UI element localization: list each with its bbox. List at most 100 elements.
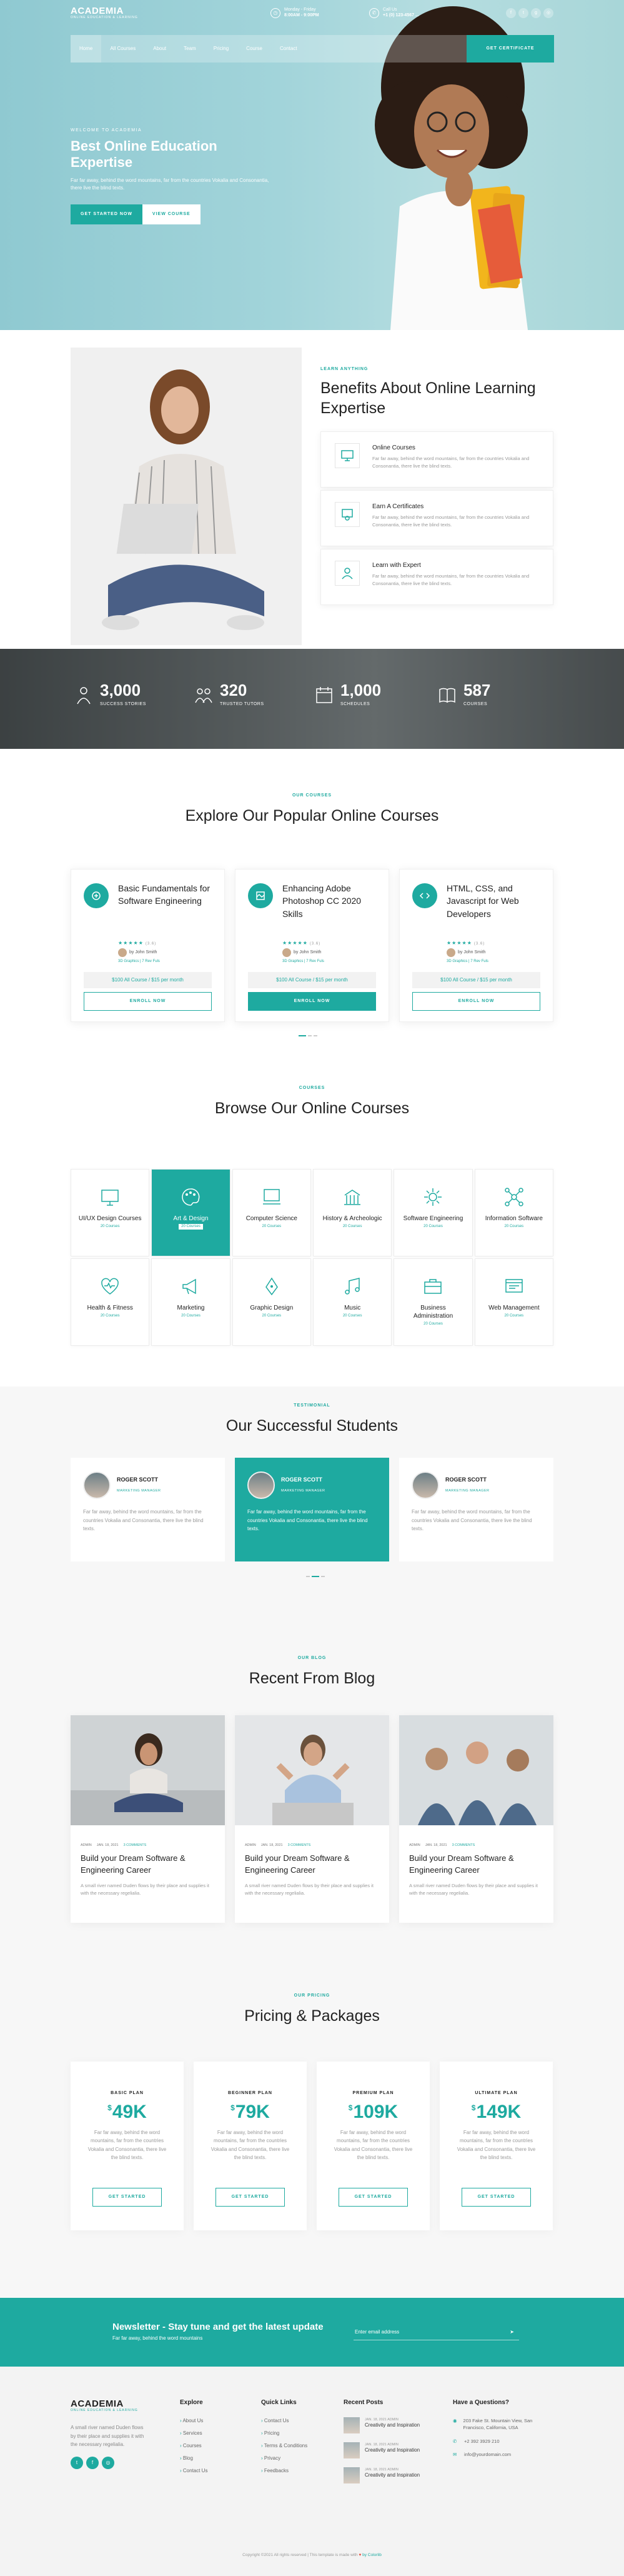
blog-post-card[interactable]: ADMIN JAN. 18, 2021 3 COMMENTS Build your … bbox=[399, 1715, 553, 1923]
category-card[interactable]: History & Archeologic 20 Courses bbox=[313, 1169, 392, 1256]
course-icon bbox=[248, 883, 273, 908]
benefit-title: Earn A Certificates bbox=[372, 503, 424, 510]
facebook-icon[interactable]: f bbox=[506, 8, 516, 18]
nav-team[interactable]: Team bbox=[175, 35, 205, 63]
category-card[interactable]: Software Engineering 20 Courses bbox=[394, 1169, 473, 1256]
post-title[interactable]: Build your Dream Software & Engineering … bbox=[71, 1848, 225, 1877]
pricing-card: PREMIUM PLAN $109K Far far away, behind … bbox=[317, 2062, 430, 2230]
get-started-button[interactable]: GET STARTED bbox=[462, 2188, 531, 2207]
nav-all-courses[interactable]: All Courses bbox=[101, 35, 144, 63]
certificate-icon bbox=[335, 501, 360, 527]
carousel-dots[interactable] bbox=[306, 1576, 325, 1577]
view-course-button[interactable]: VIEW COURSE bbox=[142, 204, 201, 225]
get-started-button[interactable]: GET STARTED bbox=[339, 2188, 408, 2207]
enroll-button[interactable]: ENROLL NOW bbox=[248, 992, 376, 1011]
post-author[interactable]: ADMIN bbox=[409, 1843, 420, 1848]
post-comments[interactable]: 3 COMMENTS bbox=[288, 1843, 311, 1848]
site-logo[interactable]: ACADEMIA ONLINE EDUCATION & LEARNING bbox=[71, 6, 138, 19]
enroll-button[interactable]: ENROLL NOW bbox=[84, 992, 212, 1011]
benefit-text: Far far away, behind the word mountains,… bbox=[372, 573, 530, 586]
contact-email[interactable]: ✉ info@yourdomain.com bbox=[453, 2451, 534, 2458]
recent-post-title: Creativity and Inspiration bbox=[365, 2422, 420, 2428]
get-started-button[interactable]: GET STARTED bbox=[215, 2188, 285, 2207]
course-card[interactable]: Basic Fundamentals for Software Engineer… bbox=[71, 869, 225, 1022]
nav-pricing[interactable]: Pricing bbox=[205, 35, 237, 63]
twitter-icon[interactable]: t bbox=[71, 2456, 83, 2469]
nav-about[interactable]: About bbox=[144, 35, 175, 63]
footer-link[interactable]: Blog bbox=[180, 2455, 207, 2462]
course-card[interactable]: HTML, CSS, and Javascript for Web Develo… bbox=[399, 869, 553, 1022]
twitter-icon[interactable]: t bbox=[518, 8, 528, 18]
expert-icon bbox=[335, 560, 360, 586]
category-card[interactable]: Art & Design 20 Courses bbox=[151, 1169, 230, 1256]
category-card[interactable]: Health & Fitness 20 Courses bbox=[71, 1258, 150, 1346]
instagram-icon[interactable]: ◎ bbox=[102, 2456, 114, 2469]
category-card[interactable]: Marketing 20 Courses bbox=[151, 1258, 230, 1346]
post-title[interactable]: Build your Dream Software & Engineering … bbox=[399, 1848, 553, 1877]
footer-link[interactable]: Pricing bbox=[261, 2430, 307, 2437]
footer-link[interactable]: Privacy bbox=[261, 2455, 307, 2462]
course-title[interactable]: HTML, CSS, and Javascript for Web Develo… bbox=[447, 882, 547, 920]
social-links: f t g ◎ bbox=[506, 8, 553, 18]
course-icon bbox=[84, 883, 109, 908]
course-author: by John Smith bbox=[447, 948, 485, 957]
category-name: Business Administration bbox=[413, 1305, 453, 1320]
instagram-icon[interactable]: ◎ bbox=[543, 8, 553, 18]
pricing-eyebrow: OUR PRICING bbox=[294, 1993, 330, 1998]
course-icon bbox=[412, 883, 437, 908]
send-icon[interactable]: ➤ bbox=[510, 2328, 514, 2336]
blog-post-card[interactable]: ADMIN JAN. 18, 2021 3 COMMENTS Build your … bbox=[71, 1715, 225, 1923]
course-title[interactable]: Enhancing Adobe Photoshop CC 2020 Skills bbox=[282, 882, 382, 920]
course-card[interactable]: Enhancing Adobe Photoshop CC 2020 Skills… bbox=[235, 869, 389, 1022]
recent-post-thumb bbox=[344, 2417, 360, 2433]
footer-link[interactable]: Contact Us bbox=[180, 2467, 208, 2475]
course-title[interactable]: Basic Fundamentals for Software Engineer… bbox=[118, 882, 218, 908]
category-card[interactable]: Graphic Design 20 Courses bbox=[232, 1258, 311, 1346]
get-certificate-button[interactable]: GET CERTIFICATE bbox=[467, 35, 554, 63]
copyright-link[interactable]: by Colorlib bbox=[362, 2553, 382, 2557]
category-card[interactable]: Information Software 20 Courses bbox=[474, 1169, 553, 1256]
category-card[interactable]: Web Management 20 Courses bbox=[474, 1258, 553, 1346]
post-excerpt: A small river named Duden flows by their… bbox=[81, 1883, 209, 1897]
footer-link[interactable]: Courses bbox=[180, 2442, 207, 2450]
newsletter-email-input[interactable]: Enter email address ➤ bbox=[354, 2324, 519, 2340]
footer-link[interactable]: Services bbox=[180, 2430, 207, 2437]
plan-text: Far far away, behind the word mountains,… bbox=[87, 2129, 167, 2161]
post-comments[interactable]: 3 COMMENTS bbox=[124, 1843, 147, 1848]
recent-post-title: Creativity and Inspiration bbox=[365, 2447, 420, 2453]
footer-link[interactable]: Contact Us bbox=[261, 2417, 307, 2425]
enroll-button[interactable]: ENROLL NOW bbox=[412, 992, 540, 1011]
category-card[interactable]: Music 20 Courses bbox=[313, 1258, 392, 1346]
hero-title: Best Online Education Expertise bbox=[71, 138, 217, 170]
footer-link[interactable]: Terms & Conditions bbox=[261, 2442, 307, 2450]
post-author[interactable]: ADMIN bbox=[245, 1843, 256, 1848]
post-comments[interactable]: 3 COMMENTS bbox=[452, 1843, 475, 1848]
nav-course[interactable]: Course bbox=[237, 35, 271, 63]
nav-home[interactable]: Home bbox=[71, 35, 102, 63]
post-image bbox=[71, 1715, 225, 1825]
nav-contact[interactable]: Contact bbox=[271, 35, 306, 63]
google-icon[interactable]: g bbox=[531, 8, 541, 18]
currency-symbol: $ bbox=[471, 2103, 476, 2112]
get-started-button[interactable]: GET STARTED bbox=[92, 2188, 162, 2207]
facebook-icon[interactable]: f bbox=[86, 2456, 99, 2469]
post-author[interactable]: ADMIN bbox=[81, 1843, 92, 1848]
footer-link[interactable]: Feedbacks bbox=[261, 2467, 307, 2475]
category-card[interactable]: Business Administration 20 Courses bbox=[394, 1258, 473, 1346]
get-started-button[interactable]: GET STARTED NOW bbox=[71, 204, 142, 225]
recent-post[interactable]: JAN. 18, 2021 ADMIN Creativity and Inspir… bbox=[344, 2442, 437, 2458]
post-title[interactable]: Build your Dream Software & Engineering … bbox=[235, 1848, 389, 1877]
footer-logo[interactable]: ACADEMIA ONLINE EDUCATION & LEARNING bbox=[71, 2399, 146, 2412]
blog-post-card[interactable]: ADMIN JAN. 18, 2021 3 COMMENTS Build your … bbox=[235, 1715, 389, 1923]
recent-post[interactable]: JAN. 18, 2021 ADMIN Creativity and Inspir… bbox=[344, 2467, 437, 2483]
contact-phone[interactable]: ✆ +2 392 3929 210 bbox=[453, 2438, 534, 2445]
category-card[interactable]: Computer Science 20 Courses bbox=[232, 1169, 311, 1256]
category-card[interactable]: UI/UX Design Courses 20 Courses bbox=[71, 1169, 150, 1256]
carousel-dots[interactable] bbox=[299, 1035, 317, 1036]
popular-courses-section: OUR COURSES Explore Our Popular Online C… bbox=[0, 749, 624, 1061]
author-avatar bbox=[118, 948, 127, 957]
blog-title: Recent From Blog bbox=[249, 1669, 375, 1687]
footer-link[interactable]: About Us bbox=[180, 2417, 207, 2425]
recent-post[interactable]: JAN. 18, 2021 ADMIN Creativity and Inspir… bbox=[344, 2417, 437, 2433]
main-nav: Home All Courses About Team Pricing Cour… bbox=[71, 35, 554, 63]
